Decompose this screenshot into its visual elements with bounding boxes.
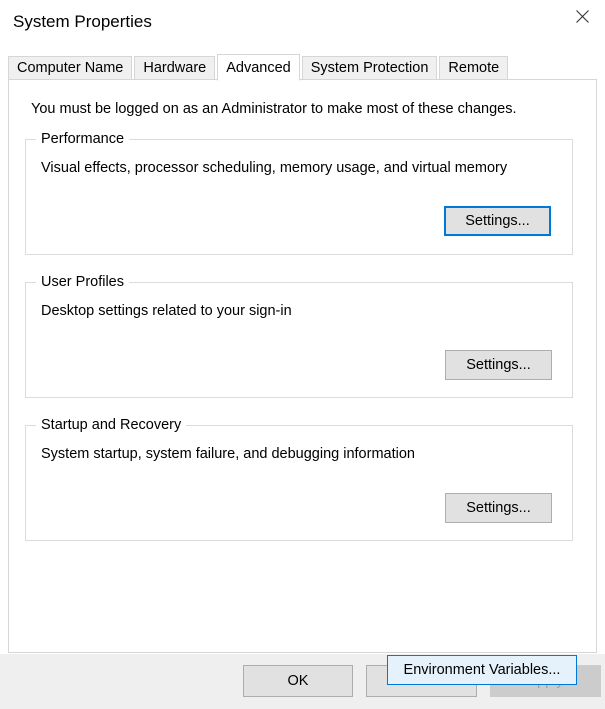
tab-label: Computer Name <box>17 60 124 76</box>
button-label: Environment Variables... <box>403 662 561 678</box>
performance-description: Visual effects, processor scheduling, me… <box>41 160 508 176</box>
ok-button[interactable]: OK <box>243 665 353 697</box>
startup-recovery-group: Startup and Recovery System startup, sys… <box>25 417 573 541</box>
startup-recovery-settings-button[interactable]: Settings... <box>445 493 552 523</box>
tab-label: System Protection <box>310 60 429 76</box>
tab-system-protection[interactable]: System Protection <box>301 56 438 80</box>
startup-recovery-description: System startup, system failure, and debu… <box>41 446 415 462</box>
user-profiles-settings-button[interactable]: Settings... <box>445 350 552 380</box>
tab-label: Hardware <box>143 60 207 76</box>
button-label: OK <box>287 673 309 689</box>
administrator-notice: You must be logged on as an Administrato… <box>31 101 517 117</box>
user-profiles-description: Desktop settings related to your sign-in <box>41 303 292 319</box>
button-label: Settings... <box>466 500 531 516</box>
tab-strip: Computer Name Hardware Advanced System P… <box>8 54 510 81</box>
tab-label: Advanced <box>226 59 291 76</box>
performance-group: Performance Visual effects, processor sc… <box>25 131 573 255</box>
advanced-tab-panel: You must be logged on as an Administrato… <box>8 79 597 685</box>
window-title: System Properties <box>13 12 152 31</box>
title-bar: System Properties <box>0 0 605 44</box>
tab-computer-name[interactable]: Computer Name <box>8 56 133 80</box>
close-icon <box>575 10 589 23</box>
performance-settings-button[interactable]: Settings... <box>444 206 551 236</box>
close-button[interactable] <box>559 0 605 33</box>
tab-hardware[interactable]: Hardware <box>134 56 216 80</box>
startup-recovery-group-title: Startup and Recovery <box>36 417 187 433</box>
system-properties-dialog: System Properties Computer Name Hardware… <box>0 0 605 709</box>
user-profiles-group-title: User Profiles <box>36 274 129 290</box>
environment-variables-button[interactable]: Environment Variables... <box>387 655 577 685</box>
button-label: Settings... <box>466 357 531 373</box>
performance-group-title: Performance <box>36 131 130 147</box>
tab-advanced[interactable]: Advanced <box>217 54 300 81</box>
user-profiles-group: User Profiles Desktop settings related t… <box>25 274 573 398</box>
button-label: Settings... <box>465 213 530 229</box>
tab-remote[interactable]: Remote <box>439 56 509 80</box>
tab-label: Remote <box>448 60 500 76</box>
